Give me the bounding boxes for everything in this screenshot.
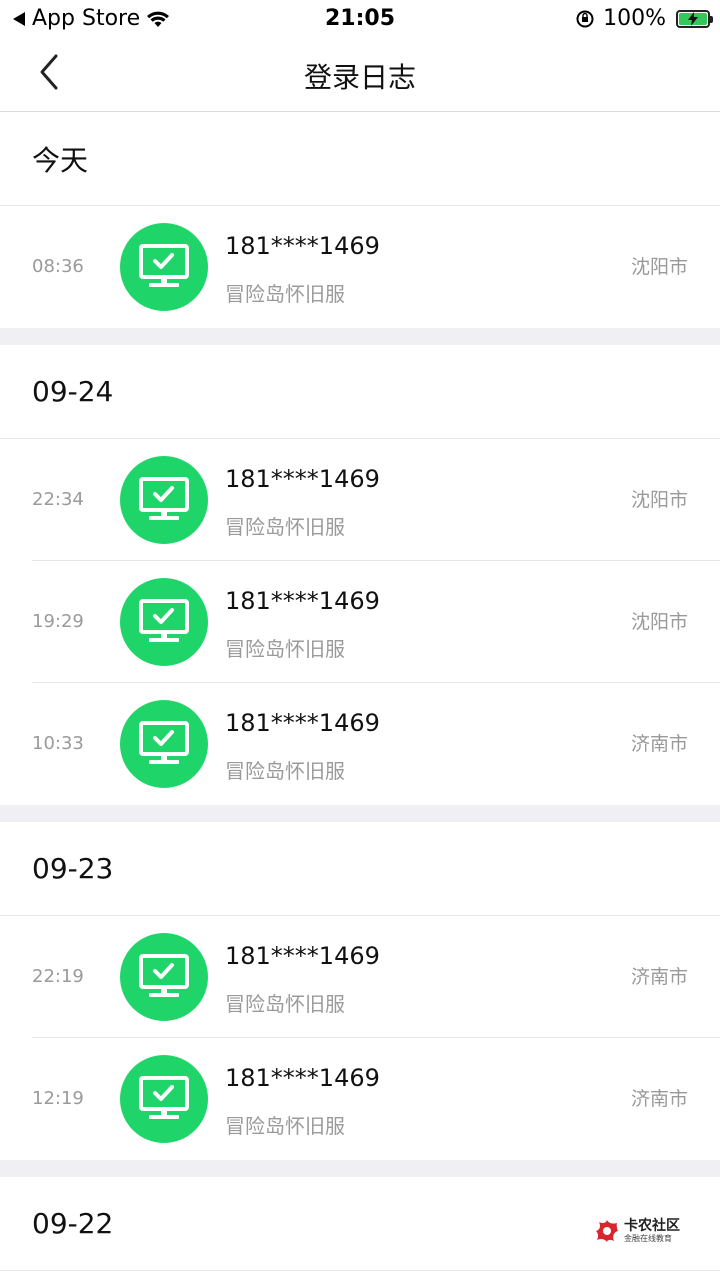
account-number: 181****1469 [225, 232, 380, 260]
status-right: 100% [575, 6, 713, 31]
list-item[interactable]: 12:19 181****1469 冒险岛怀旧服 济南市 [0, 1038, 720, 1160]
login-city: 济南市 [630, 1088, 688, 1110]
login-city: 济南市 [630, 966, 688, 988]
status-bar: App Store 21:05 100% [0, 0, 720, 38]
list-item[interactable]: 19:29 181****1469 冒险岛怀旧服 沈阳市 [0, 561, 720, 683]
login-city: 沈阳市 [630, 489, 688, 511]
login-city: 济南市 [630, 733, 688, 755]
game-name: 冒险岛怀旧服 [225, 515, 345, 539]
computer-check-icon [120, 456, 208, 544]
account-number: 181****1469 [225, 1064, 380, 1092]
login-city: 沈阳市 [630, 256, 688, 278]
date-group: 09-23 22:19 181****1469 冒险岛怀旧服 济南市 12:19… [0, 822, 720, 1160]
account-number: 181****1469 [225, 587, 380, 615]
battery-icon [676, 9, 713, 28]
game-name: 冒险岛怀旧服 [225, 759, 345, 783]
community-watermark: 卡农社区 金融在线教育 [594, 1218, 680, 1244]
section-separator [0, 328, 720, 345]
account-number: 181****1469 [225, 942, 380, 970]
login-time: 10:33 [32, 733, 84, 754]
section-separator [0, 805, 720, 822]
community-logo-icon [596, 1220, 618, 1242]
game-name: 冒险岛怀旧服 [225, 282, 345, 306]
login-log-list: 今天 08:36 181****1469 冒险岛怀旧服 沈阳市 09-24 22… [0, 112, 720, 1271]
login-time: 22:19 [32, 966, 84, 987]
account-number: 181****1469 [225, 465, 380, 493]
orientation-lock-icon [576, 10, 594, 27]
group-date-header: 今天 [0, 112, 720, 206]
list-item[interactable]: 10:33 181****1469 冒险岛怀旧服 济南市 [0, 683, 720, 805]
login-time: 12:19 [32, 1088, 84, 1109]
game-name: 冒险岛怀旧服 [225, 992, 345, 1016]
computer-check-icon [120, 223, 208, 311]
section-separator [0, 1160, 720, 1177]
date-group: 今天 08:36 181****1469 冒险岛怀旧服 沈阳市 [0, 112, 720, 328]
login-time: 22:34 [32, 489, 84, 510]
computer-check-icon [120, 578, 208, 666]
group-date-header: 09-23 [0, 822, 720, 916]
group-date-header: 09-24 [0, 345, 720, 439]
computer-check-icon [120, 700, 208, 788]
page-title: 登录日志 [303, 61, 416, 94]
computer-check-icon [120, 933, 208, 1021]
list-item[interactable]: 22:19 181****1469 冒险岛怀旧服 济南市 [0, 916, 720, 1038]
game-name: 冒险岛怀旧服 [225, 1114, 345, 1138]
battery-percent: 100% [603, 6, 666, 31]
login-time: 19:29 [32, 611, 84, 632]
list-item[interactable]: 08:36 181****1469 冒险岛怀旧服 沈阳市 [0, 206, 720, 328]
list-item[interactable]: 22:34 181****1469 冒险岛怀旧服 沈阳市 [0, 439, 720, 561]
watermark-title: 卡农社区 [624, 1218, 680, 1234]
computer-check-icon [120, 1055, 208, 1143]
nav-bar: 登录日志 [0, 38, 720, 112]
account-number: 181****1469 [225, 709, 380, 737]
login-time: 08:36 [32, 256, 84, 277]
watermark-subtitle: 金融在线教育 [624, 1234, 672, 1243]
login-city: 沈阳市 [630, 611, 688, 633]
game-name: 冒险岛怀旧服 [225, 637, 345, 661]
date-group: 09-24 22:34 181****1469 冒险岛怀旧服 沈阳市 19:29… [0, 345, 720, 805]
